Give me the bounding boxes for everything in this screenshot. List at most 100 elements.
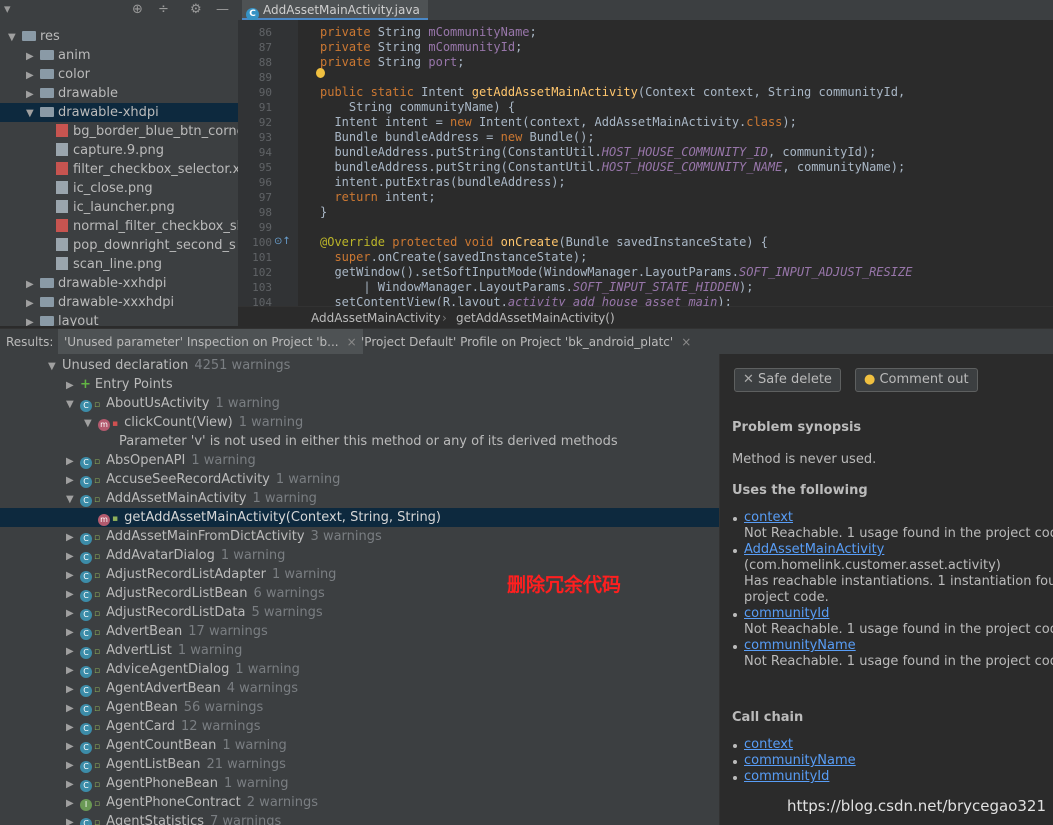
expand-arrow-icon[interactable]: ▼ [48, 357, 62, 376]
locate-icon[interactable]: ⊕ [132, 2, 143, 17]
tree-item[interactable]: ▶ C ▫ AdvertList 1 warning [0, 641, 242, 660]
expand-arrow-icon[interactable]: ▼ [26, 104, 40, 123]
collapse-arrow-icon[interactable]: ▶ [66, 452, 80, 471]
tree-item[interactable]: ▶ C ▫ AgentCard 12 warnings [0, 717, 261, 736]
collapse-arrow-icon[interactable]: ▶ [26, 294, 40, 313]
hide-icon[interactable]: — [216, 2, 229, 17]
tree-item[interactable]: ▶ I ▫ AgentPhoneContract 2 warnings [0, 793, 318, 812]
folder-icon [40, 107, 54, 117]
tree-item[interactable]: ▶ C ▫ AgentBean 56 warnings [0, 698, 263, 717]
collapse-arrow-icon[interactable]: ▶ [66, 718, 80, 737]
tree-item[interactable]: ▶ C ▫ AddAssetMainFromDictActivity 3 warning… [0, 527, 382, 546]
collapse-arrow-icon[interactable]: ▶ [66, 547, 80, 566]
collapse-icon[interactable]: ÷ [158, 2, 169, 17]
collapse-arrow-icon[interactable]: ▶ [26, 47, 40, 66]
tree-item[interactable]: ▶ C ▫ AdjustRecordListData 5 warnings [0, 603, 323, 622]
tree-item[interactable]: ▶ drawable-xxhdpi [0, 274, 166, 293]
tree-item[interactable]: ▶ C ▫ AgentCountBean 1 warning [0, 736, 287, 755]
collapse-arrow-icon[interactable]: ▶ [66, 604, 80, 623]
reference-link[interactable]: communityName [744, 638, 856, 653]
tree-item[interactable]: ▶ drawable [0, 84, 118, 103]
tab-project-default[interactable]: 'Project Default' Profile on Project 'bk… [355, 329, 697, 355]
tree-item[interactable]: ▶ C ▫ AdvertBean 17 warnings [0, 622, 268, 641]
tree-item[interactable]: pop_downright_second_s [0, 236, 236, 255]
warning-count: 1 warning [235, 662, 300, 677]
tree-item[interactable]: bg_border_blue_btn_corne [0, 122, 238, 141]
collapse-arrow-icon[interactable]: ▶ [66, 813, 80, 825]
tree-item[interactable]: ▶ drawable-xxxhdpi [0, 293, 174, 312]
tree-item-label: AgentCountBean [106, 738, 217, 753]
tree-item[interactable]: ▶ C ▫ AdjustRecordListBean 6 warnings [0, 584, 325, 603]
gear-icon[interactable]: ⚙ [190, 2, 202, 17]
collapse-arrow-icon[interactable]: ▶ [66, 623, 80, 642]
tree-item-label: AdjustRecordListAdapter [106, 567, 266, 582]
tree-item[interactable]: ▼ res [0, 27, 60, 46]
collapse-arrow-icon[interactable]: ▶ [66, 661, 80, 680]
tree-item[interactable]: ▶ C ▫ AdjustRecordListAdapter 1 warning [0, 565, 336, 584]
collapse-arrow-icon[interactable]: ▶ [66, 528, 80, 547]
collapse-arrow-icon[interactable]: ▶ [66, 585, 80, 604]
breadcrumb-method[interactable]: getAddAssetMainActivity() [456, 307, 615, 329]
bullet [733, 776, 737, 780]
breadcrumb-class[interactable]: AddAssetMainActivity [311, 307, 441, 329]
collapse-arrow-icon[interactable]: ▶ [66, 680, 80, 699]
call-chain-link[interactable]: communityName [744, 753, 856, 768]
collapse-arrow-icon[interactable]: ▶ [26, 275, 40, 294]
tree-item[interactable]: ▶ color [0, 65, 90, 84]
tree-item[interactable]: ▶ C ▫ AgentPhoneBean 1 warning [0, 774, 288, 793]
collapse-arrow-icon[interactable]: ▶ [66, 775, 80, 794]
collapse-arrow-icon[interactable]: ▶ [66, 642, 80, 661]
collapse-arrow-icon[interactable]: ▶ [26, 85, 40, 104]
tree-item[interactable]: normal_filter_checkbox_sh [0, 217, 238, 236]
close-icon[interactable]: × [681, 335, 691, 349]
folder-icon [40, 69, 54, 79]
collapse-arrow-icon[interactable]: ▶ [66, 794, 80, 813]
tree-item[interactable]: ic_launcher.png [0, 198, 175, 217]
collapse-arrow-icon[interactable]: ▶ [66, 737, 80, 756]
safe-delete-button[interactable]: ✕ Safe delete [734, 368, 841, 392]
tree-item[interactable]: ▶ C ▫ AgentListBean 21 warnings [0, 755, 286, 774]
expand-arrow-icon[interactable]: ▼ [8, 28, 22, 47]
tab-addassetmainactivity[interactable]: C AddAssetMainActivity.java [242, 0, 428, 21]
dropdown-arrow-icon[interactable]: ▾ [4, 2, 11, 17]
tree-item[interactable]: ▶ layout [0, 312, 99, 326]
tree-item[interactable]: ▼ Unused declaration 4251 warnings [0, 356, 290, 375]
tree-item[interactable]: ▶ C ▫ AddAvatarDialog 1 warning [0, 546, 285, 565]
expand-arrow-icon[interactable]: ▼ [66, 395, 80, 414]
override-icon[interactable]: ⊙↑ [274, 236, 291, 247]
tree-item[interactable]: ▶ + Entry Points [0, 375, 173, 394]
reference-link[interactable]: context [744, 510, 793, 525]
tree-item[interactable]: ▶ anim [0, 46, 90, 65]
tree-item[interactable]: ▼ C ▫ AboutUsActivity 1 warning [0, 394, 280, 413]
tree-item[interactable]: scan_line.png [0, 255, 162, 274]
tree-item[interactable]: ▶ C ▫ AccuseSeeRecordActivity 1 warning [0, 470, 340, 489]
reference-link[interactable]: AddAssetMainActivity [744, 542, 884, 557]
editor-tab-bar: C AddAssetMainActivity.java [238, 0, 1053, 21]
collapse-arrow-icon[interactable]: ▶ [66, 699, 80, 718]
tree-item[interactable]: ▶ C ▫ AbsOpenAPI 1 warning [0, 451, 256, 470]
collapse-arrow-icon[interactable]: ▶ [66, 756, 80, 775]
collapse-arrow-icon[interactable]: ▶ [26, 66, 40, 85]
call-chain-link[interactable]: context [744, 737, 793, 752]
tree-item[interactable]: ▶ C ▫ AgentStatistics 7 warnings [0, 812, 281, 825]
collapse-arrow-icon[interactable]: ▶ [66, 471, 80, 490]
code-editor[interactable]: private String mCommunityName; private St… [298, 20, 1053, 306]
comment-out-button[interactable]: ● Comment out [855, 368, 978, 392]
tree-item[interactable]: capture.9.png [0, 141, 164, 160]
tree-item[interactable]: ▼ drawable-xhdpi [0, 103, 238, 122]
tree-item[interactable]: filter_checkbox_selector.x [0, 160, 238, 179]
expand-arrow-icon[interactable]: ▼ [66, 490, 80, 509]
tree-item[interactable]: ▼ C ▫ AddAssetMainActivity 1 warning [0, 489, 317, 508]
tab-unused-parameter[interactable]: 'Unused parameter' Inspection on Project… [58, 329, 363, 355]
collapse-arrow-icon[interactable]: ▶ [66, 566, 80, 585]
tree-item[interactable]: ▼ m ▪ clickCount(View) 1 warning [0, 413, 303, 432]
reference-link[interactable]: communityId [744, 606, 829, 621]
tree-item[interactable]: ▶ C ▫ AdviceAgentDialog 1 warning [0, 660, 300, 679]
call-chain-link[interactable]: communityId [744, 769, 829, 784]
tree-item[interactable]: ▶ C ▫ AgentAdvertBean 4 warnings [0, 679, 298, 698]
expand-arrow-icon[interactable]: ▼ [84, 414, 98, 433]
tree-item[interactable]: ic_close.png [0, 179, 153, 198]
problem-text: Parameter 'v' is not used in either this… [119, 434, 618, 449]
collapse-arrow-icon[interactable]: ▶ [26, 313, 40, 326]
tree-item[interactable]: m ▪ getAddAssetMainActivity(Context, Strin… [0, 508, 719, 527]
